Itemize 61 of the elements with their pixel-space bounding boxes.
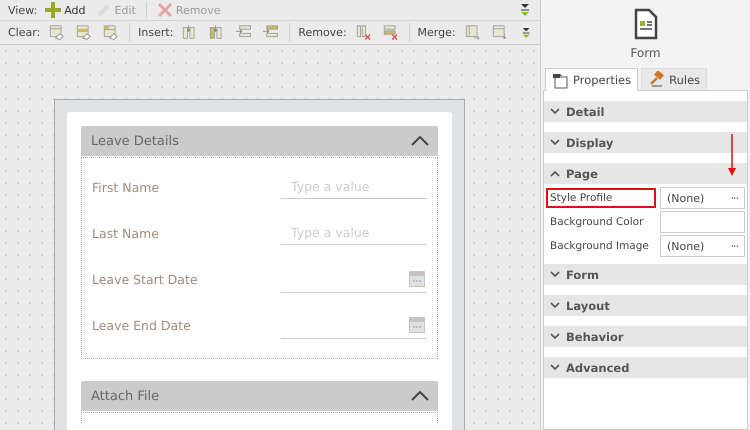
row-delete-icon[interactable]: [382, 23, 398, 42]
section-header[interactable]: Attach File: [81, 381, 438, 411]
field-label: First Name: [92, 180, 160, 194]
property-value: (None): [667, 240, 704, 252]
browse-button[interactable]: ···: [730, 240, 738, 252]
table-eraser-icon[interactable]: [49, 23, 64, 42]
property-value-field[interactable]: (None) ···: [660, 235, 745, 257]
field-label: Last Name: [92, 226, 160, 240]
category-header[interactable]: Advanced: [544, 357, 747, 378]
add-icon: [45, 2, 62, 18]
column-insert-icon[interactable]: [209, 23, 224, 42]
section-header[interactable]: Leave Details: [81, 126, 438, 156]
section-title: Leave Details: [91, 134, 179, 148]
merge-cells-icon[interactable]: [492, 23, 507, 42]
property-value: (None): [667, 192, 704, 204]
column-delete-icon[interactable]: [356, 23, 371, 42]
column-insert-icon[interactable]: [182, 23, 198, 42]
category-header[interactable]: Layout: [544, 295, 747, 316]
toolbar-label: Merge:: [418, 26, 456, 39]
chevron-up-icon[interactable]: [410, 135, 430, 147]
field-label: Leave Start Date: [92, 272, 199, 286]
add-button[interactable]: Add: [43, 1, 88, 19]
toolbar-label: Remove:: [298, 26, 347, 39]
property-value-field[interactable]: [660, 211, 745, 233]
category-header[interactable]: Behavior: [544, 326, 747, 347]
field-label: Leave End Date: [92, 318, 192, 332]
section-title: Attach File: [91, 388, 160, 404]
property-name: Background Image: [549, 239, 650, 254]
category-title: Layout: [566, 298, 610, 312]
category-title: Form: [566, 268, 599, 282]
category-header[interactable]: Page: [544, 163, 747, 184]
property-value-field[interactable]: (None) ···: [660, 187, 745, 209]
overflow-icon[interactable]: [520, 3, 530, 17]
property-name: Background Color: [549, 215, 644, 230]
category-title: Display: [566, 136, 614, 150]
category-title: Behavior: [566, 330, 624, 344]
category-header[interactable]: Detail: [544, 101, 747, 122]
category-header[interactable]: Display: [544, 132, 747, 153]
panel-tab[interactable]: Properties: [545, 68, 638, 91]
gavel-icon: [648, 71, 664, 88]
calendar-icon: [409, 316, 425, 332]
calendar-icon: [409, 270, 425, 286]
form-document-icon: [634, 8, 658, 40]
row-eraser-icon[interactable]: [76, 23, 92, 42]
object-title: Form: [630, 46, 661, 60]
overflow-icon[interactable]: [522, 26, 530, 40]
cell-eraser-icon[interactable]: [103, 23, 118, 42]
panel-tab[interactable]: Rules: [641, 68, 708, 90]
category-header[interactable]: Form: [544, 264, 747, 285]
chevron-up-icon[interactable]: [410, 390, 430, 402]
merge-cells-icon[interactable]: [464, 23, 480, 42]
category-title: Page: [566, 166, 598, 180]
category-title: Detail: [566, 104, 604, 118]
property-name: Style Profile: [546, 188, 656, 208]
browse-button[interactable]: ···: [730, 192, 738, 204]
properties-icon: [552, 72, 568, 88]
toolbar-label: Insert:: [138, 26, 174, 39]
category-title: Advanced: [566, 360, 630, 374]
toolbar-label: Clear:: [8, 26, 40, 39]
remove-icon: [156, 2, 173, 18]
toolbar-label: View:: [8, 4, 38, 16]
